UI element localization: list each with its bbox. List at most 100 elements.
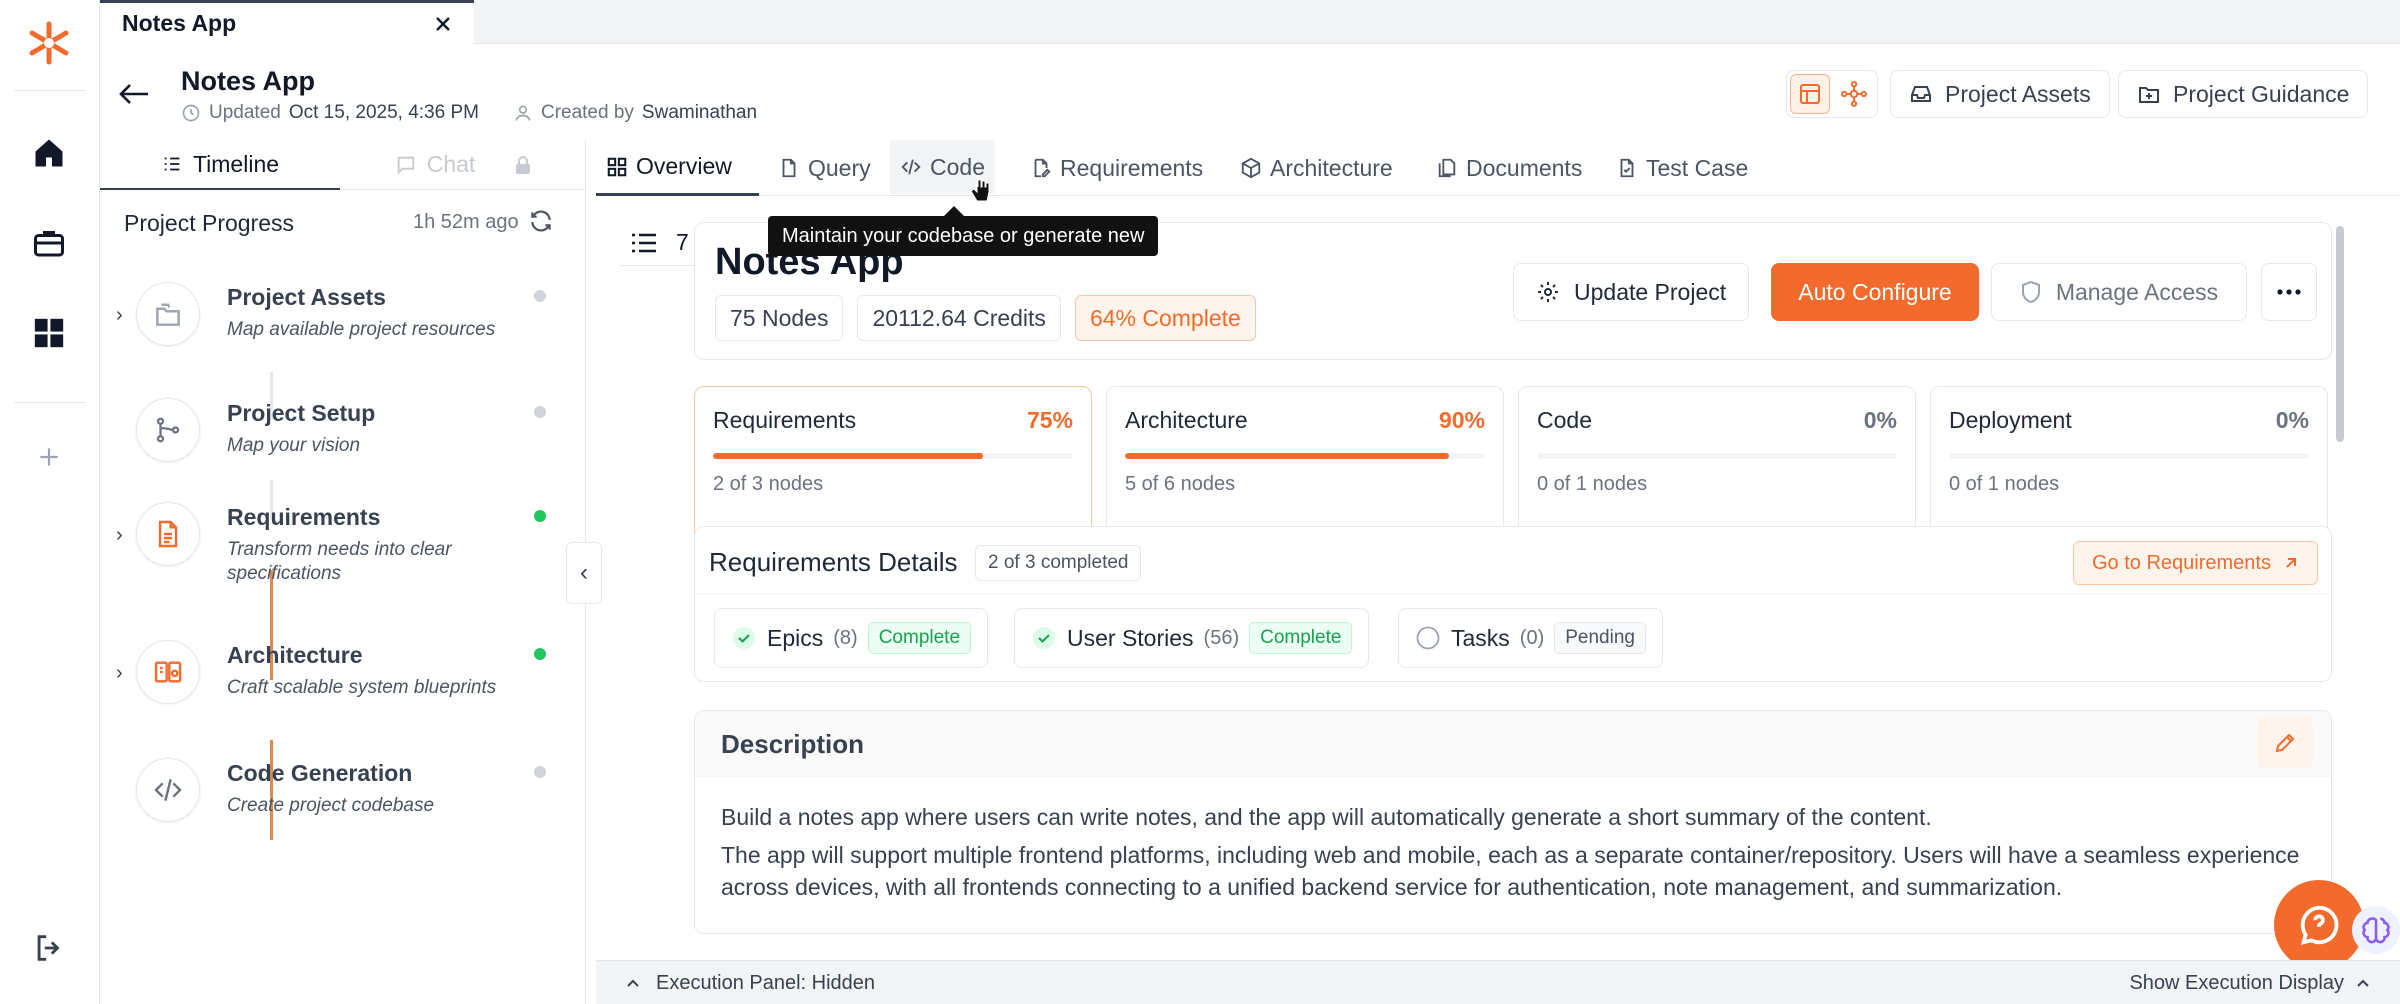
req-item-name: Tasks	[1451, 624, 1510, 651]
close-icon[interactable]	[434, 15, 452, 33]
step-icon-circle	[136, 398, 200, 462]
project-stats: 75 Nodes 20112.64 Credits 64% Complete	[715, 295, 1256, 341]
help-chat-icon	[2300, 905, 2339, 945]
tooltip: Maintain your codebase or generate new	[768, 216, 1159, 256]
step-icon-circle	[136, 640, 200, 704]
progress-card-percent: 0%	[2275, 407, 2309, 433]
plus-icon[interactable]	[26, 434, 72, 480]
status-dot	[534, 766, 546, 778]
cube-icon	[1241, 157, 1261, 179]
chevron-left-icon: ‹	[580, 559, 588, 586]
logo-icon[interactable]	[26, 20, 72, 66]
progress-title: Project Progress	[124, 210, 295, 236]
req-item-count: (0)	[1519, 626, 1545, 649]
back-arrow-icon[interactable]	[118, 82, 150, 106]
auto-configure-button[interactable]: Auto Configure	[1771, 263, 1979, 321]
tab-architecture[interactable]: Architecture	[1230, 140, 1403, 196]
ai-assistant-button[interactable]	[2352, 906, 2400, 954]
description-paragraph: The app will support multiple frontend p…	[721, 842, 2300, 900]
progress-card-name: Deployment	[1949, 407, 2072, 433]
progress-card-deployment[interactable]: Deployment 0% 0 of 1 nodes	[1930, 386, 2328, 546]
step-title: Project Setup	[227, 400, 376, 426]
tab-timeline[interactable]: Timeline	[100, 140, 340, 190]
cursor-icon	[970, 175, 990, 202]
tab-query[interactable]: Query	[768, 140, 881, 196]
file-pen-icon	[1034, 158, 1051, 178]
check-circle-icon	[733, 627, 755, 649]
progress-card-code[interactable]: Code 0% 0 of 1 nodes	[1518, 386, 1916, 546]
go-to-requirements-button[interactable]: Go to Requirements	[2073, 541, 2318, 585]
list-icon	[632, 233, 656, 252]
status-badge: Complete	[867, 622, 972, 654]
tab-label: Overview	[636, 153, 732, 179]
chevron-right-icon[interactable]: ›	[116, 304, 123, 327]
tab-overview[interactable]: Overview	[596, 140, 759, 196]
window-tab[interactable]: Notes App	[100, 0, 474, 44]
status-dot	[534, 648, 546, 660]
step-icon-circle	[136, 282, 200, 346]
progress-card-name: Code	[1537, 407, 1592, 433]
tab-chat[interactable]: Chat	[340, 140, 586, 190]
window-tab-title: Notes App	[122, 10, 237, 36]
update-project-button[interactable]: Update Project	[1513, 263, 1750, 321]
chevron-right-icon[interactable]: ›	[116, 662, 123, 685]
connector-line	[270, 740, 273, 840]
refresh-icon[interactable]	[528, 208, 554, 234]
edit-description-button[interactable]	[2257, 717, 2313, 769]
req-item-user-stories[interactable]: User Stories (56) Complete	[1014, 608, 1370, 668]
description-card: Description Build a notes app where user…	[694, 710, 2332, 934]
show-execution-display-button[interactable]: Show Execution Display	[2129, 961, 2370, 1004]
chevron-right-icon[interactable]: ›	[116, 524, 123, 547]
tab-documents[interactable]: Documents	[1426, 140, 1592, 196]
briefcase-icon[interactable]	[26, 220, 72, 266]
go-to-requirements-label: Go to Requirements	[2092, 551, 2271, 574]
progress-card-subtext: 5 of 6 nodes	[1125, 473, 1236, 495]
tab-timeline-label: Timeline	[192, 150, 280, 177]
project-guidance-button[interactable]: Project Guidance	[2118, 70, 2369, 118]
req-item-tasks[interactable]: Tasks (0) Pending	[1398, 608, 1663, 668]
description-paragraph: Build a notes app where users can write …	[721, 804, 1932, 830]
folders-icon	[156, 303, 180, 326]
execution-panel-toggle[interactable]: Execution Panel: Hidden	[626, 961, 875, 1004]
logout-icon[interactable]	[26, 925, 72, 971]
manage-access-label: Manage Access	[2055, 278, 2219, 305]
more-options-button[interactable]	[2261, 263, 2317, 321]
manage-access-button[interactable]: Manage Access	[1991, 263, 2247, 321]
status-badge: Complete	[1249, 622, 1353, 654]
progress-card-requirements[interactable]: Requirements 75% 2 of 3 nodes	[694, 386, 1092, 546]
outline-count: 7	[676, 229, 689, 255]
layout-view-button[interactable]	[1790, 74, 1831, 114]
project-assets-button[interactable]: Project Assets	[1890, 70, 2110, 118]
tab-label: Architecture	[1270, 154, 1393, 181]
files-icon	[1438, 158, 1456, 178]
user-icon	[515, 105, 531, 121]
credits-chip: 20112.64 Credits	[857, 295, 1061, 341]
graph-icon	[1841, 81, 1867, 107]
step-title: Architecture	[227, 642, 363, 668]
status-dot	[534, 510, 546, 522]
step-icon-circle	[136, 758, 200, 822]
more-icon	[2277, 289, 2301, 295]
progress-card-architecture[interactable]: Architecture 90% 5 of 6 nodes	[1106, 386, 1504, 546]
graph-view-button[interactable]	[1834, 74, 1874, 114]
home-icon[interactable]	[26, 130, 72, 176]
step-title: Project Assets	[227, 284, 386, 310]
nodes-chip: 75 Nodes	[715, 295, 844, 341]
req-item-count: (56)	[1203, 626, 1240, 649]
scrollbar-thumb[interactable]	[2336, 226, 2344, 442]
progress-bar-fill	[1125, 453, 1449, 459]
collapse-panel-button[interactable]: ‹	[566, 542, 602, 604]
progress-bar	[1949, 453, 2309, 459]
req-item-epics[interactable]: Epics (8) Complete	[714, 608, 989, 668]
tab-test-case[interactable]: Test Case	[1606, 140, 1758, 196]
tab-requirements[interactable]: Requirements	[1020, 140, 1213, 196]
step-description: Transform needs into clear specification…	[227, 539, 452, 584]
file-icon	[782, 158, 796, 178]
project-guidance-label: Project Guidance	[2173, 80, 2350, 107]
clock-icon	[182, 104, 200, 122]
grid-icon[interactable]	[26, 310, 72, 356]
help-button[interactable]	[2274, 880, 2364, 970]
grid-icon	[607, 157, 627, 176]
execution-bar: Execution Panel: Hidden Show Execution D…	[596, 960, 2400, 1004]
project-header: Notes App Updated Oct 15, 2025, 4:36 PM …	[100, 44, 2400, 140]
